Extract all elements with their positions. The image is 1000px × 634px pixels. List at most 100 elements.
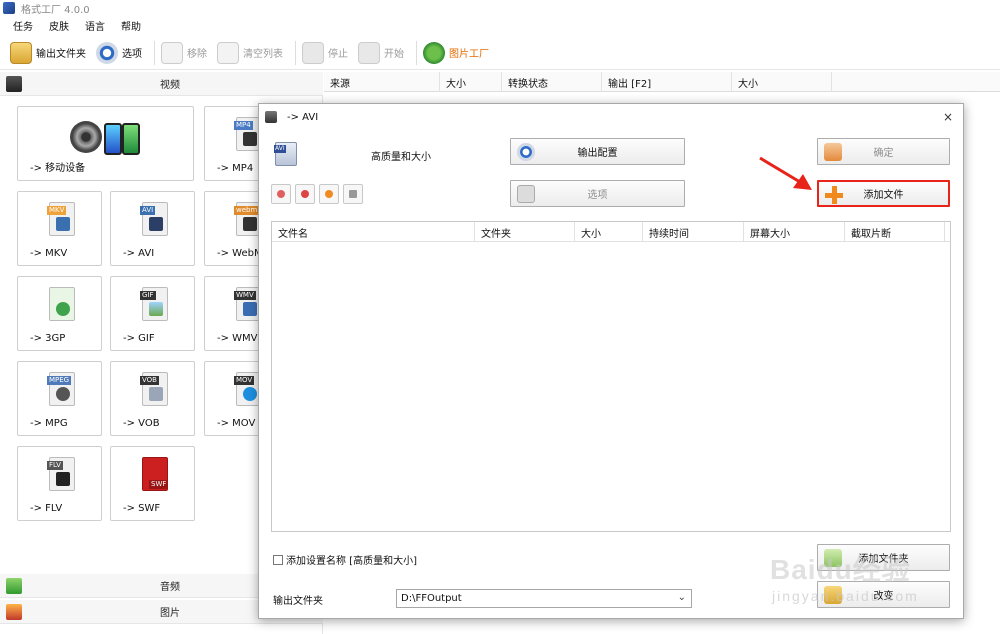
play-file-icon[interactable] (319, 184, 339, 204)
clear-files-icon[interactable] (295, 184, 315, 204)
menu-help[interactable]: 帮助 (121, 18, 141, 33)
toolbar: 输出文件夹 选项 移除 清空列表 停止 开始 图片工厂 (0, 36, 1000, 70)
convert-dialog: -> AVI × AVI 高质量和大小 输出配置 选项 确定 添加文件 文件名 … (258, 103, 964, 619)
picture-icon (6, 603, 22, 620)
clear-icon (217, 41, 239, 64)
dialog-options-button[interactable]: 选项 (510, 180, 685, 207)
tile-label: -> GIF (123, 333, 155, 344)
flv-icon: FLV (47, 457, 75, 491)
tile-gif[interactable]: GIF -> GIF (110, 276, 195, 351)
tile-label: -> WMV (217, 333, 258, 344)
add-setting-name-label: 添加设置名称 [高质量和大小] (286, 556, 417, 567)
remove-file-icon[interactable] (271, 184, 291, 204)
file-info-icon[interactable] (343, 184, 363, 204)
remove-button[interactable]: 移除 (161, 39, 209, 67)
tile-mobile[interactable]: -> 移动设备 (17, 106, 194, 181)
column-folder[interactable]: 文件夹 (475, 222, 575, 242)
tile-3gp[interactable]: -> 3GP (17, 276, 102, 351)
column-source[interactable]: 来源 (324, 72, 440, 92)
output-folder-value: D:\FFOutput (401, 593, 462, 604)
stop-label: 停止 (328, 49, 348, 60)
tile-label: -> MP4 (217, 163, 254, 174)
menu-task[interactable]: 任务 (13, 18, 33, 33)
mpg-icon: MPEG (47, 372, 75, 406)
add-setting-name-checkbox[interactable]: 添加设置名称 [高质量和大小] (273, 552, 417, 567)
column-file-name[interactable]: 文件名 (272, 222, 475, 242)
column-duration[interactable]: 持续时间 (643, 222, 744, 242)
tile-avi[interactable]: AVI -> AVI (110, 191, 195, 266)
output-folder-button[interactable]: 输出文件夹 (10, 39, 88, 67)
tile-label: -> MKV (30, 248, 68, 259)
column-size[interactable]: 大小 (575, 222, 643, 242)
output-config-button[interactable]: 输出配置 (510, 138, 685, 165)
file-table[interactable]: 文件名 文件夹 大小 持续时间 屏幕大小 截取片断 (271, 221, 951, 532)
file-tools (271, 184, 367, 204)
category-video[interactable]: 视频 (0, 72, 323, 96)
vob-icon: VOB (140, 372, 168, 406)
options-button[interactable]: 选项 (96, 39, 144, 67)
column-output[interactable]: 输出 [F2] (602, 72, 732, 92)
app-icon (3, 2, 15, 14)
magnifier-icon (423, 41, 445, 64)
column-clip[interactable]: 截取片断 (845, 222, 945, 242)
baidu-watermark: Baidu经验 jingyan.baidu.com (770, 548, 990, 618)
start-label: 开始 (384, 49, 404, 60)
tile-label: -> VOB (123, 418, 160, 429)
toolbar-divider (295, 40, 296, 65)
category-audio-label: 音频 (160, 582, 180, 593)
avi-profile-icon: AVI (274, 142, 297, 166)
arrow-right-icon (824, 143, 842, 161)
play-icon (358, 41, 380, 64)
task-list-header: 来源 大小 转换状态 输出 [F2] 大小 (324, 72, 1000, 92)
avi-icon: AVI (140, 202, 168, 236)
options-icon (517, 185, 535, 203)
close-icon[interactable]: × (943, 110, 953, 124)
tile-mkv[interactable]: MKV -> MKV (17, 191, 102, 266)
tile-flv[interactable]: FLV -> FLV (17, 446, 102, 521)
menu-bar: 任务 皮肤 语言 帮助 (0, 16, 1000, 34)
dialog-options-label: 选项 (587, 190, 608, 201)
ok-button[interactable]: 确定 (817, 138, 950, 165)
menu-language[interactable]: 语言 (85, 18, 105, 33)
column-size[interactable]: 大小 (440, 72, 502, 92)
tile-label: -> MPG (30, 418, 68, 429)
mobile-devices-icon (70, 121, 150, 157)
watermark-main: Baidu经验 (770, 554, 911, 585)
tile-label: -> AVI (123, 248, 155, 259)
tile-swf[interactable]: SWF -> SWF (110, 446, 195, 521)
window-title: 格式工厂 4.0.0 (21, 4, 90, 16)
options-label: 选项 (122, 49, 142, 60)
gear-icon (517, 143, 535, 161)
mkv-icon: MKV (47, 202, 75, 236)
start-button[interactable]: 开始 (358, 39, 406, 67)
output-folder-select[interactable]: D:\FFOutput ⌄ (396, 589, 692, 608)
remove-label: 移除 (187, 49, 207, 60)
toolbar-divider (154, 40, 155, 65)
swf-icon: SWF (142, 457, 169, 491)
watermark-sub: jingyan.baidu.com (772, 588, 919, 604)
clear-list-button[interactable]: 清空列表 (217, 39, 285, 67)
picture-factory-button[interactable]: 图片工厂 (423, 39, 491, 67)
tile-label: -> FLV (30, 503, 63, 514)
dialog-app-icon (265, 111, 277, 123)
folder-icon (10, 41, 32, 64)
checkbox[interactable] (273, 554, 283, 565)
tile-label: -> SWF (123, 503, 161, 514)
column-screen-size[interactable]: 屏幕大小 (744, 222, 845, 242)
tile-vob[interactable]: VOB -> VOB (110, 361, 195, 436)
clear-list-label: 清空列表 (243, 49, 283, 60)
stop-button[interactable]: 停止 (302, 39, 350, 67)
3gp-icon (49, 287, 75, 321)
file-table-header: 文件名 文件夹 大小 持续时间 屏幕大小 截取片断 (272, 222, 950, 242)
menu-skin[interactable]: 皮肤 (49, 18, 69, 33)
tile-label: -> WebM (217, 248, 263, 259)
add-file-button[interactable]: 添加文件 (817, 180, 950, 207)
dialog-title: -> AVI (287, 111, 319, 123)
column-output-size[interactable]: 大小 (732, 72, 832, 92)
gear-icon (96, 41, 118, 64)
tile-label: -> MOV (217, 418, 256, 429)
stop-icon (302, 41, 324, 64)
title-bar: 格式工厂 4.0.0 (0, 0, 1000, 16)
column-status[interactable]: 转换状态 (502, 72, 602, 92)
tile-mpg[interactable]: MPEG -> MPG (17, 361, 102, 436)
